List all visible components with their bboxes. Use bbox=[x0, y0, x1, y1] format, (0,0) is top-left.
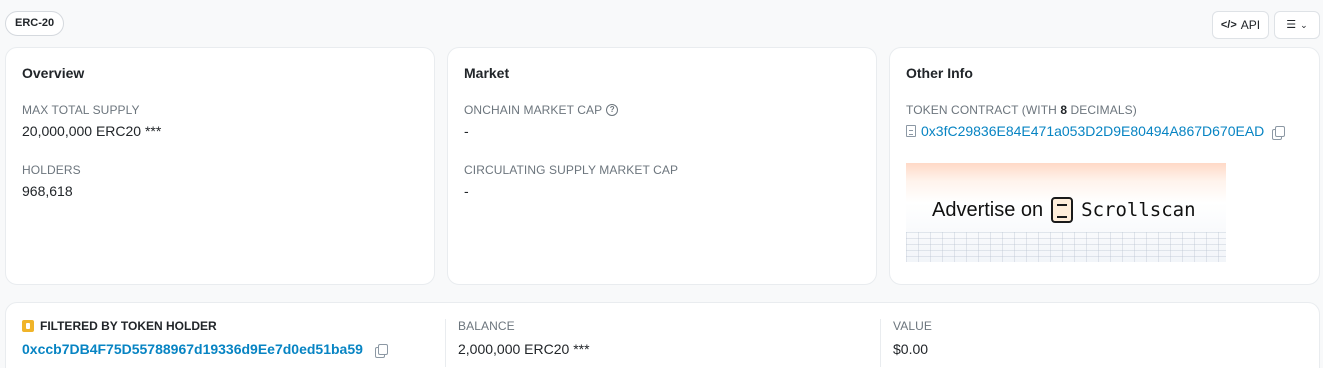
value-label: VALUE bbox=[893, 319, 932, 333]
contract-address-link[interactable]: 0x3fC29836E84E471a053D2D9E80494A867D670E… bbox=[921, 123, 1264, 139]
value-column: VALUE $0.00 bbox=[880, 319, 1310, 367]
file-icon bbox=[906, 125, 916, 137]
overview-card: Overview MAX TOTAL SUPPLY 20,000,000 ERC… bbox=[5, 47, 435, 285]
market-card: Market ONCHAIN MARKET CAP ? - CIRCULATIN… bbox=[447, 47, 877, 285]
advertise-text: Advertise on bbox=[932, 198, 1044, 221]
wallet-icon bbox=[22, 320, 34, 332]
circulating-cap-label: CIRCULATING SUPPLY MARKET CAP bbox=[464, 163, 679, 177]
advertise-banner[interactable]: Advertise on Scrollscan bbox=[906, 163, 1226, 262]
contract-row: 0x3fC29836E84E471a053D2D9E80494A867D670E… bbox=[906, 123, 1286, 140]
copy-icon[interactable] bbox=[374, 343, 388, 358]
holder-label-row: FILTERED BY TOKEN HOLDER bbox=[22, 319, 442, 333]
contract-label-prefix: TOKEN CONTRACT (WITH bbox=[906, 103, 1061, 117]
overview-title: Overview bbox=[22, 65, 85, 81]
balance-value: 2,000,000 ERC20 *** bbox=[458, 341, 590, 357]
max-supply-label: MAX TOTAL SUPPLY bbox=[22, 103, 140, 117]
other-info-title: Other Info bbox=[906, 65, 973, 81]
more-options-button[interactable]: ☰ ⌄ bbox=[1274, 11, 1320, 39]
circulating-cap-value: - bbox=[464, 183, 469, 199]
onchain-cap-label: ONCHAIN MARKET CAP bbox=[464, 103, 603, 117]
advertise-content: Advertise on Scrollscan bbox=[932, 197, 1196, 223]
onchain-cap-label-row: ONCHAIN MARKET CAP ? bbox=[464, 103, 619, 117]
api-button-label: API bbox=[1240, 18, 1261, 32]
holders-label: HOLDERS bbox=[22, 163, 81, 177]
holder-address-link[interactable]: 0xccb7DB4F75D55788967d19336d9Ee7d0ed51ba… bbox=[22, 341, 363, 357]
contract-label-suffix: DECIMALS) bbox=[1067, 103, 1137, 117]
holders-value: 968,618 bbox=[22, 183, 73, 199]
page-header: ERC-20 </> API ☰ ⌄ bbox=[0, 0, 1323, 44]
api-button[interactable]: </> API bbox=[1212, 11, 1269, 39]
chevron-down-icon: ⌄ bbox=[1300, 20, 1308, 30]
other-info-card: Other Info TOKEN CONTRACT (WITH 8 DECIMA… bbox=[889, 47, 1320, 285]
balance-column: BALANCE 2,000,000 ERC20 *** bbox=[445, 319, 880, 367]
token-standard-badge: ERC-20 bbox=[5, 11, 65, 36]
max-supply-value: 20,000,000 ERC20 *** bbox=[22, 123, 162, 139]
holder-label: FILTERED BY TOKEN HOLDER bbox=[40, 319, 217, 333]
holder-column: FILTERED BY TOKEN HOLDER 0xccb7DB4F75D55… bbox=[22, 319, 442, 367]
value-amount: $0.00 bbox=[893, 341, 929, 357]
holder-filter-card: FILTERED BY TOKEN HOLDER 0xccb7DB4F75D55… bbox=[5, 302, 1320, 368]
contract-decimals: 8 bbox=[1060, 103, 1068, 117]
onchain-cap-value: - bbox=[464, 123, 469, 139]
list-check-icon: ☰ bbox=[1286, 19, 1297, 31]
contract-label: TOKEN CONTRACT (WITH 8 DECIMALS) bbox=[906, 103, 1137, 117]
code-icon: </> bbox=[1220, 19, 1237, 31]
scroll-logo-icon bbox=[1051, 197, 1074, 223]
holder-address-row: 0xccb7DB4F75D55788967d19336d9Ee7d0ed51ba… bbox=[22, 341, 442, 358]
banner-grid-decoration bbox=[906, 232, 1226, 262]
advertise-brand: Scrollscan bbox=[1081, 199, 1196, 221]
help-icon[interactable]: ? bbox=[606, 104, 619, 116]
market-title: Market bbox=[464, 65, 510, 81]
balance-label: BALANCE bbox=[458, 319, 515, 333]
copy-icon[interactable] bbox=[1272, 125, 1286, 140]
